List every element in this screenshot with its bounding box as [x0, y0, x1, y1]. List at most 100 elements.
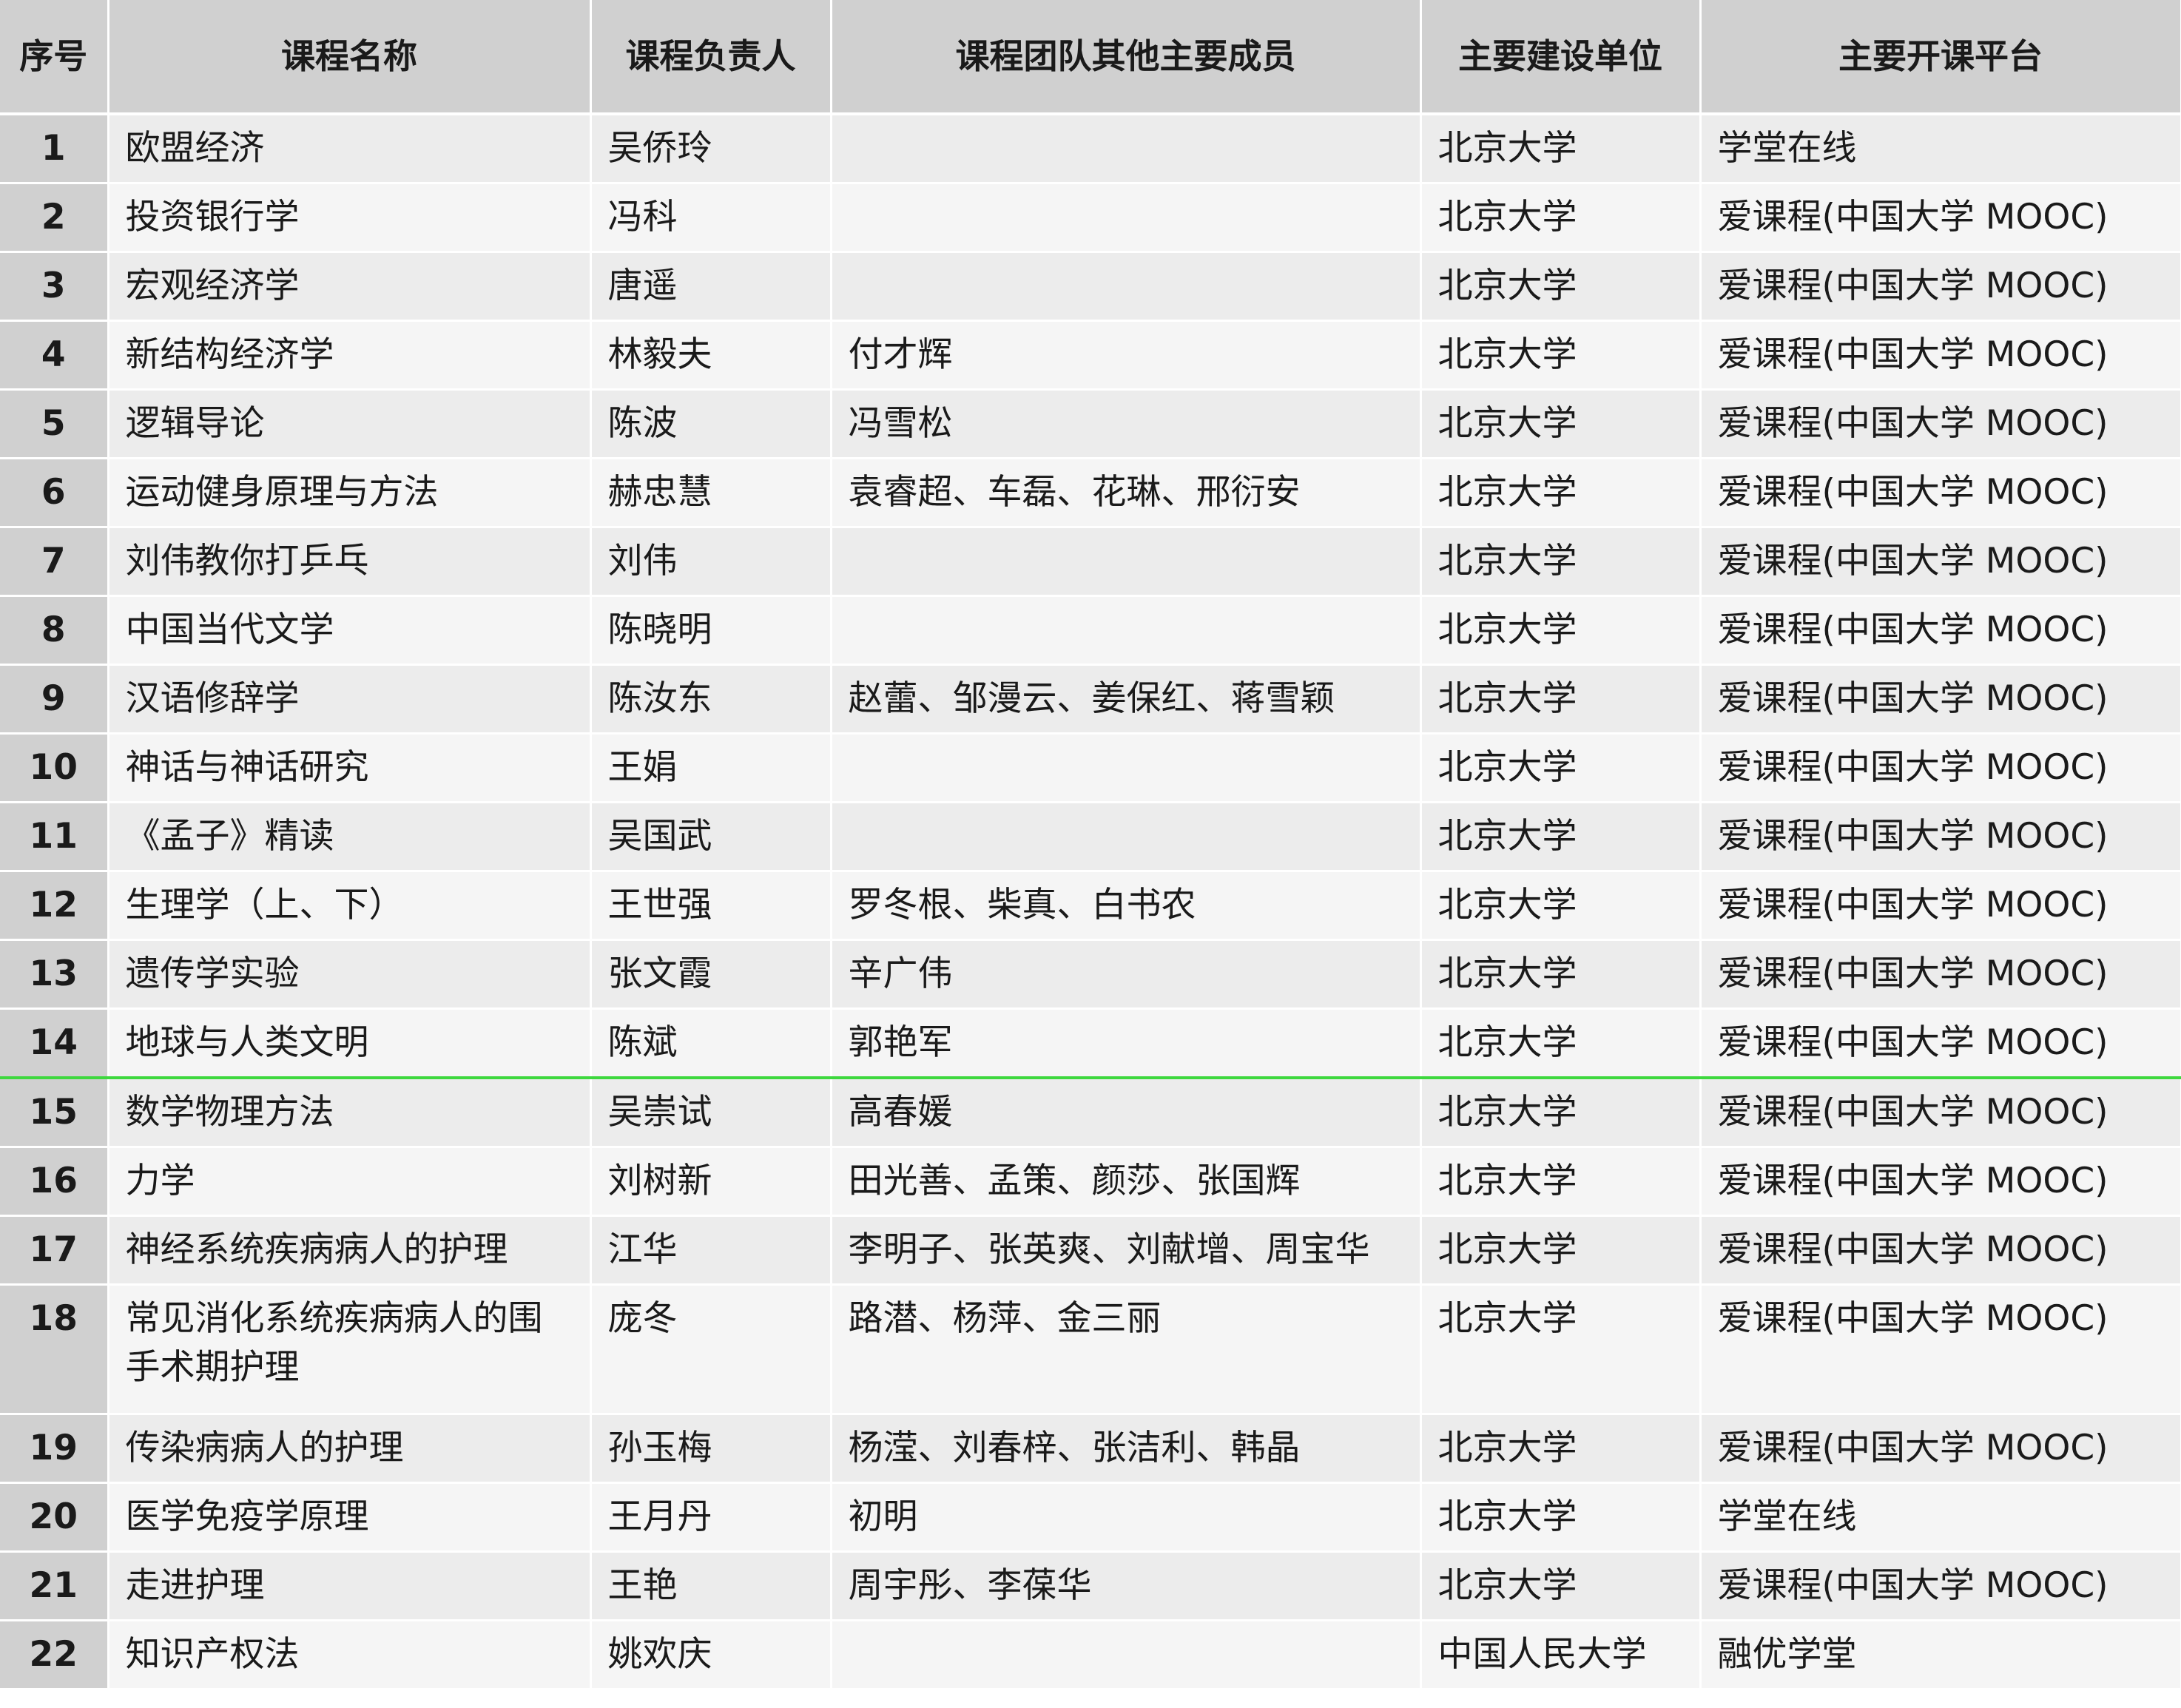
cell-team	[831, 1620, 1422, 1690]
cell-lead: 刘树新	[590, 1147, 832, 1217]
cell-index: 11	[0, 802, 109, 872]
table-row: 22 知识产权法 姚欢庆 中国人民大学 融优学堂	[0, 1620, 2181, 1690]
cell-team	[831, 802, 1422, 872]
cell-team: 罗冬根、柴真、白书农	[831, 871, 1422, 941]
cell-course-name: 数学物理方法	[108, 1078, 592, 1148]
cell-platform: 爱课程(中国大学 MOOC)	[1700, 664, 2181, 735]
cell-course-name: 遗传学实验	[108, 939, 592, 1010]
cell-lead: 王世强	[590, 871, 832, 941]
table-row: 4 新结构经济学 林毅夫 付才辉 北京大学 爱课程(中国大学 MOOC)	[0, 320, 2181, 391]
cell-index: 2	[0, 183, 109, 253]
cell-unit: 北京大学	[1420, 1215, 1702, 1286]
cell-platform: 爱课程(中国大学 MOOC)	[1700, 458, 2181, 528]
cell-course-name: 常见消化系统疾病病人的围手术期护理	[108, 1284, 592, 1415]
table-row: 7 刘伟教你打乒乓 刘伟 北京大学 爱课程(中国大学 MOOC)	[0, 527, 2181, 597]
cell-unit: 北京大学	[1420, 664, 1702, 735]
cell-lead: 姚欢庆	[590, 1620, 832, 1690]
header-platform: 主要开课平台	[1700, 0, 2181, 115]
table-row: 17 神经系统疾病病人的护理 江华 李明子、张英爽、刘献增、周宝华 北京大学 爱课程(中国…	[0, 1215, 2181, 1286]
cell-platform: 学堂在线	[1700, 114, 2181, 184]
header-team: 课程团队其他主要成员	[831, 0, 1422, 115]
cell-unit: 北京大学	[1420, 1284, 1702, 1415]
header-row: 序号 课程名称 课程负责人 课程团队其他主要成员 主要建设单位 主要开课平台	[0, 0, 2181, 115]
header-lead: 课程负责人	[590, 0, 832, 115]
cell-unit: 北京大学	[1420, 1551, 1702, 1621]
table-row: 5 逻辑导论 陈波 冯雪松 北京大学 爱课程(中国大学 MOOC)	[0, 389, 2181, 459]
course-table: 序号 课程名称 课程负责人 课程团队其他主要成员 主要建设单位 主要开课平台 1…	[0, 0, 2181, 1690]
cell-platform: 爱课程(中国大学 MOOC)	[1700, 1215, 2181, 1286]
cell-course-name: 刘伟教你打乒乓	[108, 527, 592, 597]
cell-lead: 吴侨玲	[590, 114, 832, 184]
cell-lead: 王月丹	[590, 1482, 832, 1553]
cell-index: 10	[0, 733, 109, 803]
table-row: 14 地球与人类文明 陈斌 郭艳军 北京大学 爱课程(中国大学 MOOC)	[0, 1008, 2181, 1079]
cell-platform: 爱课程(中国大学 MOOC)	[1700, 1147, 2181, 1217]
cell-team: 田光善、孟策、颜莎、张国辉	[831, 1147, 1422, 1217]
cell-course-name: 汉语修辞学	[108, 664, 592, 735]
cell-unit: 北京大学	[1420, 871, 1702, 941]
cell-index: 9	[0, 664, 109, 735]
cell-team	[831, 527, 1422, 597]
cell-team: 李明子、张英爽、刘献增、周宝华	[831, 1215, 1422, 1286]
cell-unit: 中国人民大学	[1420, 1620, 1702, 1690]
cell-platform: 融优学堂	[1700, 1620, 2181, 1690]
cell-lead: 江华	[590, 1215, 832, 1286]
cell-unit: 北京大学	[1420, 320, 1702, 391]
cell-team: 赵蕾、邹漫云、姜保红、蒋雪颖	[831, 664, 1422, 735]
table-row: 6 运动健身原理与方法 赫忠慧 袁睿超、车磊、花琳、邢衍安 北京大学 爱课程(中国大学 M…	[0, 458, 2181, 528]
cell-platform: 爱课程(中国大学 MOOC)	[1700, 871, 2181, 941]
cell-index: 8	[0, 595, 109, 666]
cell-team: 周宇彤、李葆华	[831, 1551, 1422, 1621]
cell-unit: 北京大学	[1420, 183, 1702, 253]
cell-lead: 唐遥	[590, 252, 832, 322]
cell-platform: 爱课程(中国大学 MOOC)	[1700, 595, 2181, 666]
cell-platform: 爱课程(中国大学 MOOC)	[1700, 1414, 2181, 1484]
cell-team	[831, 114, 1422, 184]
cell-unit: 北京大学	[1420, 595, 1702, 666]
cell-unit: 北京大学	[1420, 389, 1702, 459]
cell-index: 5	[0, 389, 109, 459]
cell-team: 郭艳军	[831, 1008, 1422, 1079]
table-row: 12 生理学（上、下） 王世强 罗冬根、柴真、白书农 北京大学 爱课程(中国大学 MOOC…	[0, 871, 2181, 941]
cell-team	[831, 252, 1422, 322]
cell-team	[831, 733, 1422, 803]
cell-index: 19	[0, 1414, 109, 1484]
table-row: 8 中国当代文学 陈晓明 北京大学 爱课程(中国大学 MOOC)	[0, 595, 2181, 666]
cell-course-name: 走进护理	[108, 1551, 592, 1621]
cell-lead: 刘伟	[590, 527, 832, 597]
cell-course-name: 欧盟经济	[108, 114, 592, 184]
table-row: 16 力学 刘树新 田光善、孟策、颜莎、张国辉 北京大学 爱课程(中国大学 MOOC)	[0, 1147, 2181, 1217]
cell-lead: 张文霞	[590, 939, 832, 1010]
cell-lead: 陈晓明	[590, 595, 832, 666]
cell-course-name: 宏观经济学	[108, 252, 592, 322]
cell-course-name: 力学	[108, 1147, 592, 1217]
header-index: 序号	[0, 0, 109, 115]
cell-unit: 北京大学	[1420, 1147, 1702, 1217]
cell-lead: 陈斌	[590, 1008, 832, 1079]
table-row: 10 神话与神话研究 王娟 北京大学 爱课程(中国大学 MOOC)	[0, 733, 2181, 803]
cell-course-name: 生理学（上、下）	[108, 871, 592, 941]
cell-unit: 北京大学	[1420, 802, 1702, 872]
table-row: 13 遗传学实验 张文霞 辛广伟 北京大学 爱课程(中国大学 MOOC)	[0, 939, 2181, 1010]
table-row: 11 《孟子》精读 吴国武 北京大学 爱课程(中国大学 MOOC)	[0, 802, 2181, 872]
cell-unit: 北京大学	[1420, 1078, 1702, 1148]
cell-platform: 爱课程(中国大学 MOOC)	[1700, 389, 2181, 459]
cell-unit: 北京大学	[1420, 458, 1702, 528]
cell-course-name: 《孟子》精读	[108, 802, 592, 872]
cell-team: 冯雪松	[831, 389, 1422, 459]
cell-course-name: 神话与神话研究	[108, 733, 592, 803]
table-row: 21 走进护理 王艳 周宇彤、李葆华 北京大学 爱课程(中国大学 MOOC)	[0, 1551, 2181, 1621]
cell-platform: 爱课程(中国大学 MOOC)	[1700, 733, 2181, 803]
cell-lead: 吴国武	[590, 802, 832, 872]
cell-course-name: 新结构经济学	[108, 320, 592, 391]
table-row: 19 传染病病人的护理 孙玉梅 杨滢、刘春梓、张洁利、韩晶 北京大学 爱课程(中国大学 M…	[0, 1414, 2181, 1484]
cell-platform: 学堂在线	[1700, 1482, 2181, 1553]
cell-platform: 爱课程(中国大学 MOOC)	[1700, 527, 2181, 597]
cell-course-name: 神经系统疾病病人的护理	[108, 1215, 592, 1286]
cell-index: 1	[0, 114, 109, 184]
cell-platform: 爱课程(中国大学 MOOC)	[1700, 1284, 2181, 1415]
cell-index: 12	[0, 871, 109, 941]
cell-unit: 北京大学	[1420, 939, 1702, 1010]
table-row: 18 常见消化系统疾病病人的围手术期护理 庞冬 路潜、杨萍、金三丽 北京大学 爱课程(中国…	[0, 1284, 2181, 1415]
cell-index: 13	[0, 939, 109, 1010]
